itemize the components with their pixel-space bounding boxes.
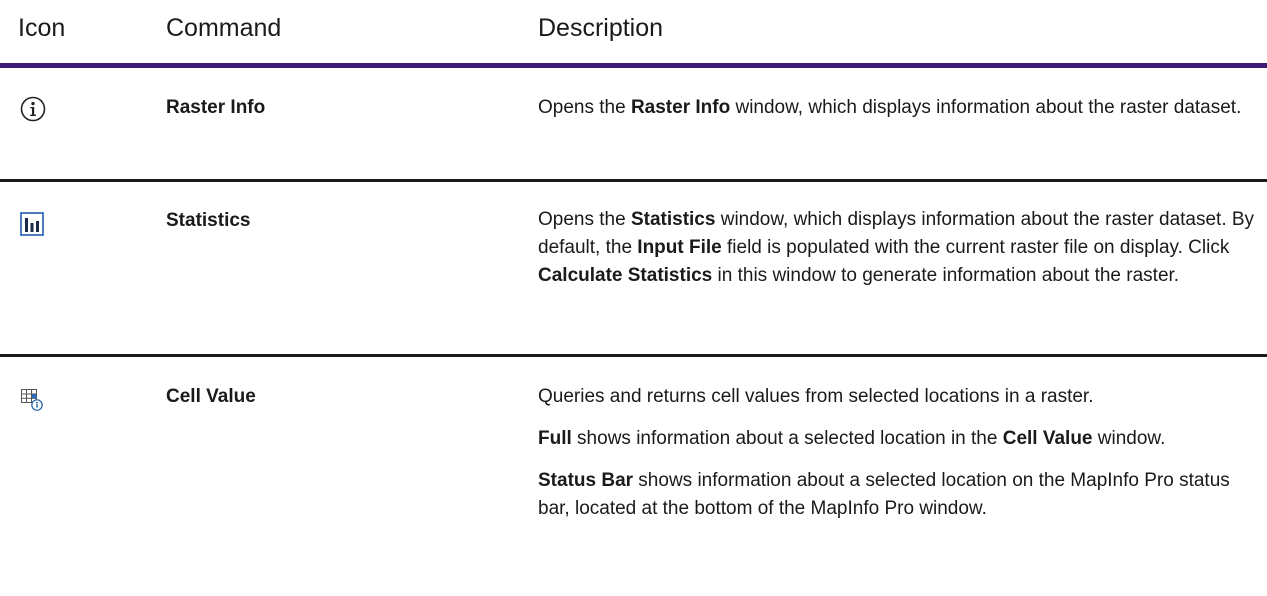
header-icon-column: Icon <box>18 14 66 42</box>
description-bold: Cell Value <box>1002 428 1093 449</box>
description-text: Opens the <box>538 97 631 118</box>
description-text: window, which displays information about… <box>730 97 1242 118</box>
description-bold: Status Bar <box>538 470 634 491</box>
description-paragraph: Queries and returns cell values from sel… <box>538 386 1094 407</box>
command-name: Cell Value <box>166 386 256 407</box>
command-description: Opens the Raster Info window, which disp… <box>538 94 1258 122</box>
command-description: Queries and returns cell values from sel… <box>538 383 1258 537</box>
description-bold: Raster Info <box>630 97 731 118</box>
description-text: shows information about a selected locat… <box>538 470 1230 519</box>
table-header: Icon Command Description <box>0 0 1267 68</box>
header-description-column: Description <box>538 14 664 42</box>
description-bold: Input File <box>637 237 722 258</box>
header-command-column: Command <box>166 14 282 42</box>
description-text: in this window to generate information a… <box>712 265 1180 286</box>
description-bold: Statistics <box>630 209 716 230</box>
table-row-raster-info: Raster Info Opens the Raster Info window… <box>0 68 1267 182</box>
description-bold: Calculate Statistics <box>538 265 713 286</box>
command-name: Raster Info <box>166 97 266 118</box>
command-description: Opens the Statistics window, which displ… <box>538 206 1258 290</box>
grid-cell-info-icon <box>20 387 44 416</box>
description-paragraph: Full shows information about a selected … <box>538 425 1258 453</box>
description-bold: Full <box>538 428 572 449</box>
description-paragraph: Status Bar shows information about a sel… <box>538 467 1258 523</box>
table-row-cell-value: Cell Value Queries and returns cell valu… <box>0 357 1267 596</box>
table-row-statistics: Statistics Opens the Statistics window, … <box>0 182 1267 357</box>
bar-chart-icon <box>20 212 44 241</box>
description-text: window. <box>1092 428 1166 449</box>
info-circle-icon <box>20 96 46 127</box>
description-text: field is populated with the current rast… <box>721 237 1230 258</box>
description-text: shows information about a selected locat… <box>571 428 1003 449</box>
command-name: Statistics <box>166 210 251 231</box>
description-text: Opens the <box>538 209 631 230</box>
